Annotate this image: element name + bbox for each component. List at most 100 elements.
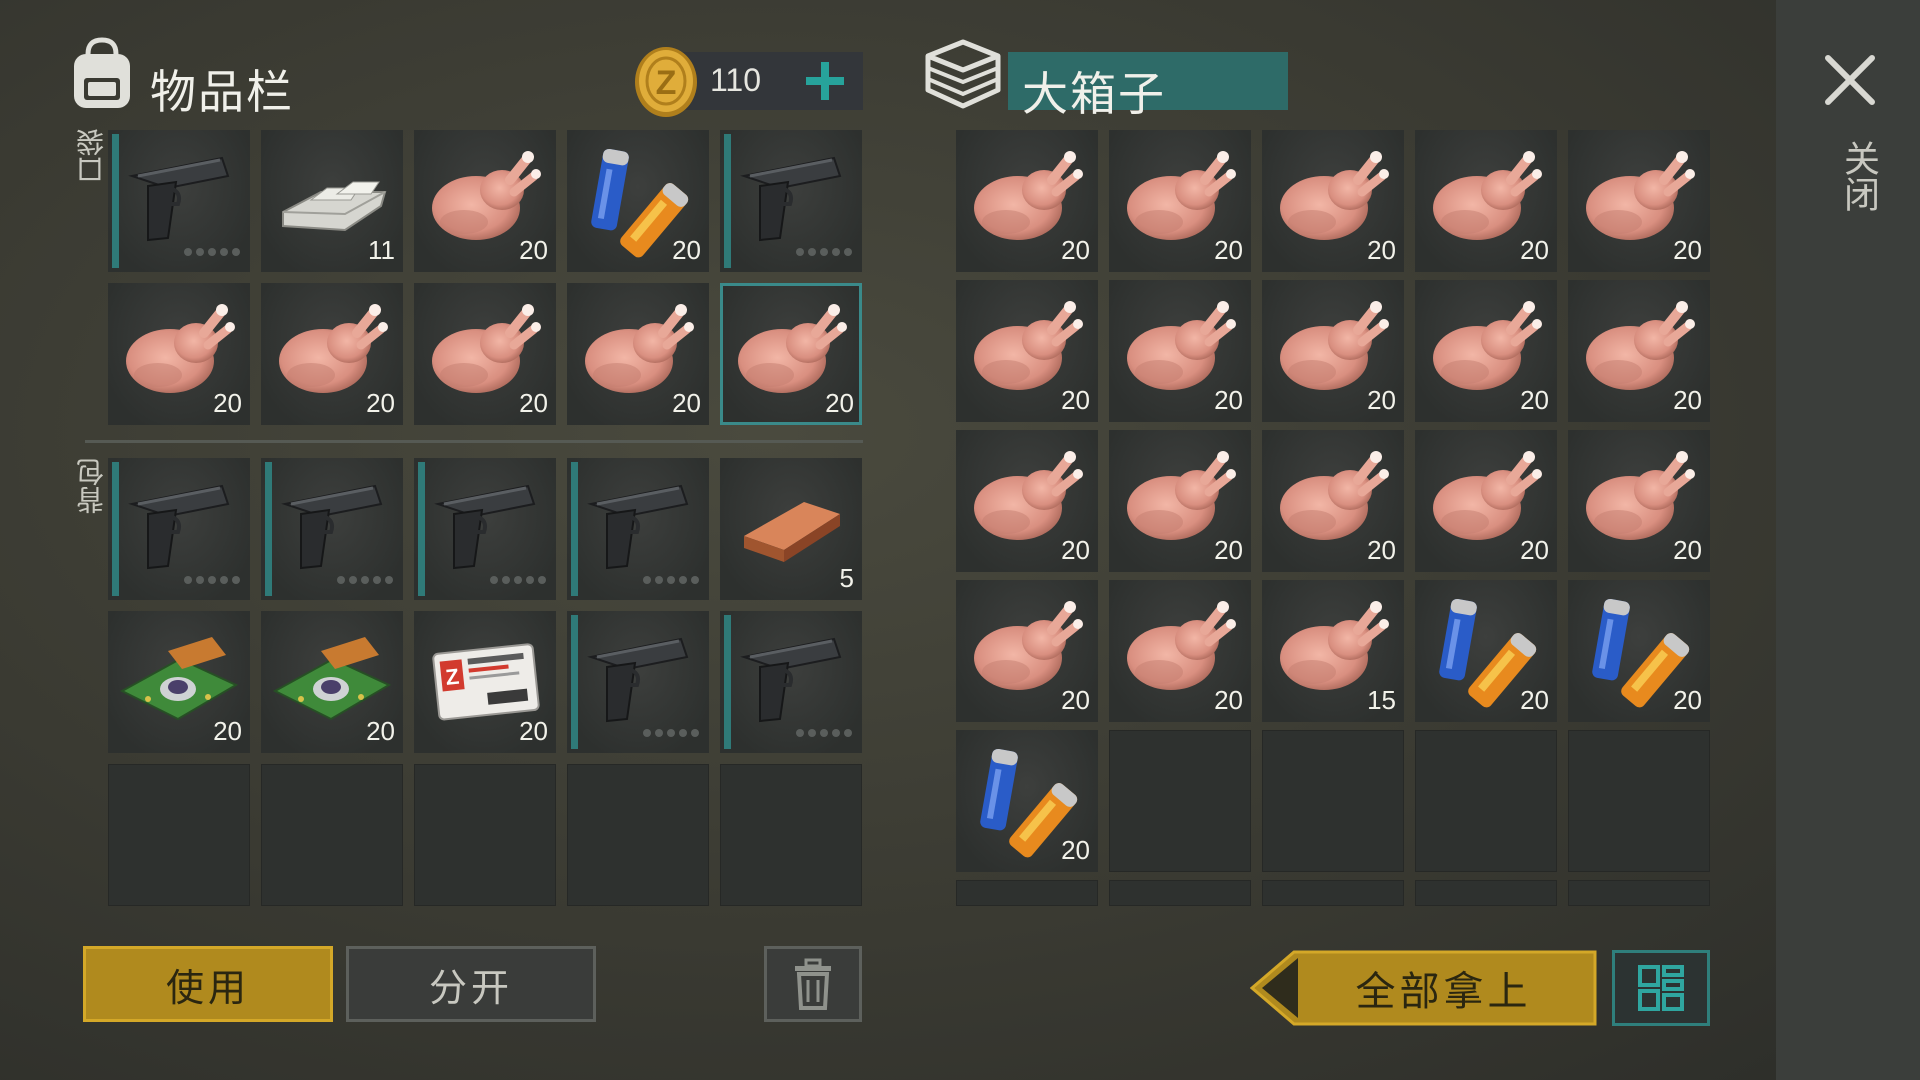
pocket-slot[interactable]: 20 (414, 130, 556, 272)
backpack-slot[interactable] (414, 764, 556, 906)
container-slot[interactable]: 20 (1109, 130, 1251, 272)
backpack-slot[interactable] (414, 458, 556, 600)
trash-button[interactable] (764, 946, 862, 1022)
plus-icon (806, 62, 844, 100)
grid-layout-icon (1638, 965, 1684, 1011)
backpack-slot[interactable] (567, 764, 709, 906)
close-label[interactable]: 关闭 (1832, 140, 1884, 212)
ammo-dots (792, 722, 852, 741)
container-slot[interactable]: 20 (1568, 280, 1710, 422)
backpack-icon (66, 36, 138, 116)
container-slot[interactable] (1109, 880, 1251, 906)
container-slot[interactable]: 20 (1415, 130, 1557, 272)
take-all-button[interactable]: 全部拿上 (1250, 950, 1597, 1026)
backpack-slot[interactable]: 20 (261, 611, 403, 753)
container-slot[interactable]: 20 (1109, 430, 1251, 572)
container-title: 大箱子 (1022, 67, 1166, 121)
container-slot[interactable]: 20 (1415, 580, 1557, 722)
container-slot[interactable]: 20 (1568, 580, 1710, 722)
backpack-slot[interactable] (720, 764, 862, 906)
container-slot[interactable]: 20 (1262, 280, 1404, 422)
container-slot[interactable] (1415, 880, 1557, 906)
container-slot[interactable] (1568, 730, 1710, 872)
ammo-dots (486, 569, 546, 588)
pocket-slot[interactable] (108, 130, 250, 272)
container-slot[interactable]: 20 (1415, 430, 1557, 572)
container-slot[interactable]: 20 (1262, 130, 1404, 272)
container-slot[interactable] (956, 880, 1098, 906)
item-count: 20 (825, 388, 854, 418)
container-slot[interactable]: 15 (1262, 580, 1404, 722)
item-count: 20 (1520, 385, 1549, 415)
container-slot[interactable]: 20 (1109, 280, 1251, 422)
durability-bar (724, 615, 731, 749)
item-count: 20 (519, 235, 548, 265)
ammo-dots (333, 569, 393, 588)
backpack-slot[interactable] (261, 764, 403, 906)
svg-text:Z: Z (656, 64, 677, 102)
backpack-slot[interactable] (567, 458, 709, 600)
container-slot[interactable] (1262, 880, 1404, 906)
container-slot[interactable]: 20 (956, 580, 1098, 722)
container-slot[interactable] (1109, 730, 1251, 872)
item-count: 20 (213, 716, 242, 746)
pocket-slot[interactable]: 20 (261, 283, 403, 425)
container-slot[interactable]: 20 (1109, 580, 1251, 722)
durability-bar (418, 462, 425, 596)
coin-count: 110 (710, 62, 762, 98)
container-slot[interactable]: 20 (956, 280, 1098, 422)
box-icon (922, 36, 1004, 116)
backpack-slot[interactable] (108, 764, 250, 906)
sort-button[interactable] (1612, 950, 1710, 1026)
item-count: 20 (1367, 235, 1396, 265)
item-count: 20 (1061, 235, 1090, 265)
item-count: 20 (519, 716, 548, 746)
backpack-slot[interactable]: Z 20 (414, 611, 556, 753)
item-count: 20 (1673, 535, 1702, 565)
container-slot[interactable]: 20 (956, 130, 1098, 272)
backpack-label: 背包 (75, 458, 108, 514)
item-count: 20 (1520, 535, 1549, 565)
backpack-slot[interactable] (108, 458, 250, 600)
add-coins-button[interactable] (802, 58, 848, 104)
container-slot[interactable] (1262, 730, 1404, 872)
ammo-dots (639, 569, 699, 588)
container-slot[interactable]: 20 (1262, 430, 1404, 572)
pocket-slot[interactable]: 20 (108, 283, 250, 425)
backpack-slot[interactable]: 20 (108, 611, 250, 753)
backpack-slot[interactable] (720, 611, 862, 753)
pocket-slot[interactable]: 20 (720, 283, 862, 425)
backpack-slot[interactable]: 5 (720, 458, 862, 600)
container-slot[interactable]: 20 (1415, 280, 1557, 422)
item-count: 20 (1520, 685, 1549, 715)
close-button[interactable] (1822, 52, 1878, 108)
pocket-slot[interactable]: 20 (567, 130, 709, 272)
item-count: 20 (1367, 385, 1396, 415)
item-count: 20 (1673, 685, 1702, 715)
container-slot[interactable]: 20 (956, 430, 1098, 572)
pocket-slot[interactable] (720, 130, 862, 272)
use-button[interactable]: 使用 (83, 946, 333, 1022)
pocket-slot[interactable]: 20 (567, 283, 709, 425)
item-count: 20 (672, 388, 701, 418)
durability-bar (112, 134, 119, 268)
item-count: 15 (1367, 685, 1396, 715)
backpack-slot[interactable] (567, 611, 709, 753)
container-slot[interactable]: 20 (956, 730, 1098, 872)
durability-bar (571, 615, 578, 749)
durability-bar (724, 134, 731, 268)
item-count: 20 (1061, 685, 1090, 715)
container-slot[interactable]: 20 (1568, 130, 1710, 272)
split-button[interactable]: 分开 (346, 946, 596, 1022)
backpack-slot[interactable] (261, 458, 403, 600)
pocket-slot[interactable]: 11 (261, 130, 403, 272)
item-count: 20 (1214, 685, 1243, 715)
ammo-dots (180, 569, 240, 588)
container-slot[interactable] (1415, 730, 1557, 872)
item-count: 20 (1214, 235, 1243, 265)
svg-text:Z: Z (444, 664, 460, 690)
container-slot[interactable]: 20 (1568, 430, 1710, 572)
container-slot[interactable] (1568, 880, 1710, 906)
pocket-slot[interactable]: 20 (414, 283, 556, 425)
section-divider (85, 440, 863, 443)
